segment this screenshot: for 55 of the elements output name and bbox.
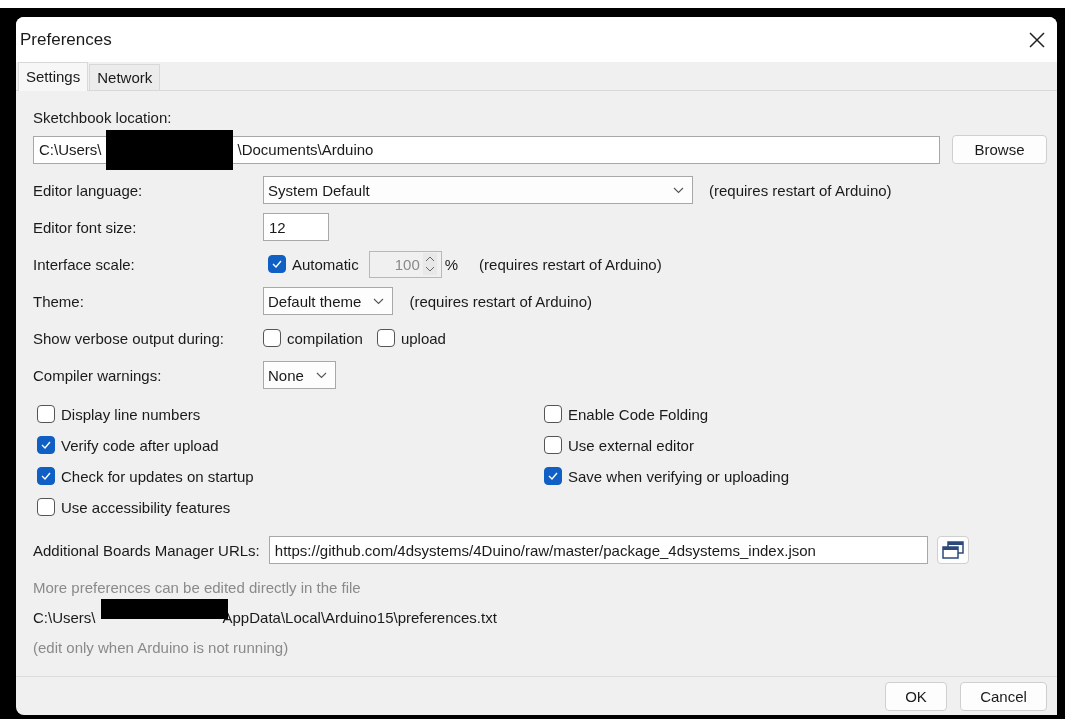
percent-sign: % <box>444 255 459 273</box>
hint-text: More preferences can be edited directly in the file <box>33 577 362 597</box>
check-icon <box>271 259 283 269</box>
checkbox[interactable] <box>263 329 281 347</box>
setting-label: Editor font size: <box>33 218 138 236</box>
chevron-down-icon <box>673 186 684 194</box>
font-size-field[interactable]: 12 <box>263 213 329 241</box>
checkbox[interactable] <box>376 329 395 347</box>
close-icon[interactable] <box>1029 31 1045 48</box>
checkbox-label: Use external editor <box>568 436 694 454</box>
setting-label: Show verbose output during: <box>33 329 225 347</box>
restart-note: (requires restart of Arduino) <box>709 181 892 199</box>
chevron-down-icon <box>373 297 385 305</box>
check-icon <box>40 440 52 450</box>
checkbox[interactable] <box>37 405 55 423</box>
restart-note: (requires restart of Arduino) <box>409 292 592 310</box>
checkbox[interactable] <box>37 498 55 516</box>
tab[interactable]: Network <box>89 64 161 90</box>
checkbox-label: upload <box>400 329 446 347</box>
dropdown[interactable]: Default theme <box>263 287 394 315</box>
edit-list-button[interactable] <box>936 536 969 564</box>
boards-urls-field[interactable]: https://github.com/4dsystems/4Duino/raw/master/package_4dsystems_index.json <box>268 536 928 564</box>
hint-text: (edit only when Arduino is not running) <box>33 637 290 657</box>
setting-label: Editor language: <box>33 181 144 199</box>
checkbox-label: compilation <box>287 329 363 347</box>
checkbox-label: Display line numbers <box>61 405 201 423</box>
checkbox-label: Verify code after upload <box>61 436 219 454</box>
setting-label: Theme: <box>33 292 85 310</box>
checkbox-label: Automatic <box>292 255 359 273</box>
field-label: Sketchbook location: <box>33 109 173 126</box>
chevron-down-icon <box>315 371 327 379</box>
browse-button[interactable]: Browse <box>952 135 1047 164</box>
check-icon <box>40 471 52 481</box>
dropdown[interactable]: None <box>263 361 336 389</box>
windows-icon <box>941 541 964 559</box>
setting-label: Interface scale: <box>33 255 136 273</box>
tab[interactable]: Settings <box>18 62 89 91</box>
dropdown[interactable]: System Default <box>263 176 693 204</box>
ok-button[interactable]: OK <box>885 681 947 711</box>
checkbox[interactable] <box>544 436 562 454</box>
checkbox[interactable] <box>544 467 562 485</box>
checkbox[interactable] <box>37 436 55 454</box>
checkbox[interactable] <box>544 405 562 423</box>
check-icon <box>547 471 559 481</box>
field-label: Additional Boards Manager URLs: <box>33 541 260 559</box>
path-text: C:\Users\ <box>33 607 96 627</box>
restart-note: (requires restart of Arduino) <box>479 255 662 273</box>
checkbox-label: Enable Code Folding <box>568 405 709 423</box>
checkbox-label: Save when verifying or uploading <box>568 467 789 485</box>
window-title: Preferences <box>20 29 112 50</box>
checkbox-label: Use accessibility features <box>61 498 231 516</box>
setting-label: Compiler warnings: <box>33 366 163 384</box>
checkbox[interactable] <box>37 467 55 485</box>
checkbox-label: Check for updates on startup <box>61 467 254 485</box>
cancel-button[interactable]: Cancel <box>960 681 1047 711</box>
